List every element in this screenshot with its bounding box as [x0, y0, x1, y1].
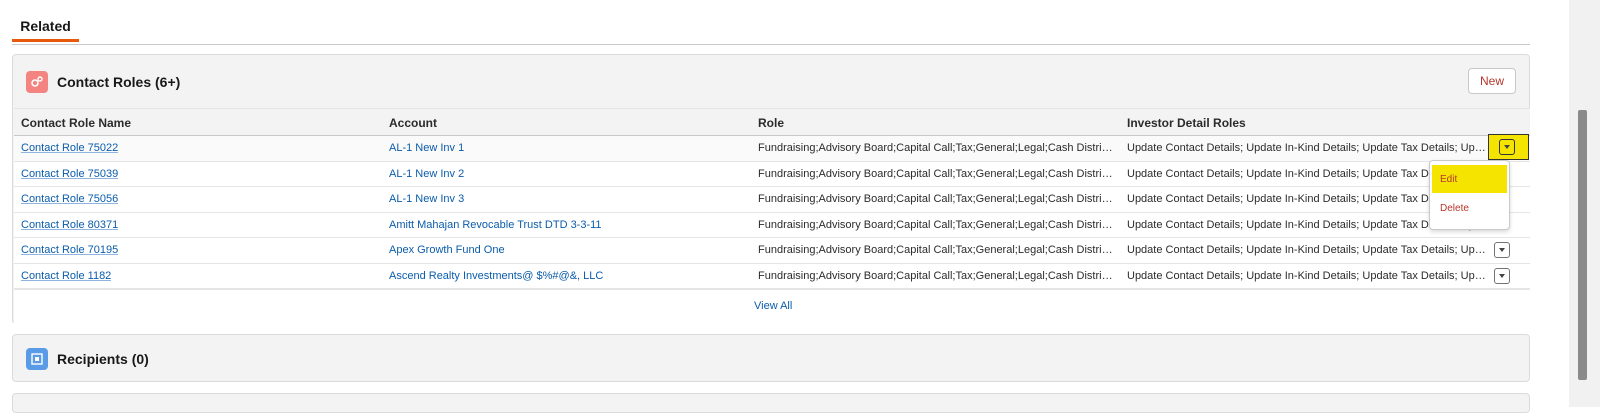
table-row: Contact Role 75039 AL-1 New Inv 2 Fundra… — [14, 161, 1530, 187]
account-link[interactable]: AL-1 New Inv 2 — [389, 168, 464, 180]
menu-item-delete[interactable]: Delete — [1432, 194, 1507, 222]
contact-role-link[interactable]: Contact Role 75056 — [21, 193, 118, 205]
column-header-investor-detail-roles[interactable]: Investor Detail Roles — [1127, 116, 1246, 130]
recipients-icon — [26, 348, 48, 370]
role-cell: Fundraising;Advisory Board;Capital Call;… — [758, 193, 1114, 205]
contact-role-link[interactable]: Contact Role 1182 — [21, 270, 111, 282]
investor-detail-roles-cell: Update Contact Details; Update In-Kind D… — [1127, 244, 1487, 256]
table-row: Contact Role 1182 Ascend Realty Investme… — [14, 263, 1530, 289]
investor-detail-roles-cell: Update Contact Details; Update In-Kind D… — [1127, 142, 1487, 154]
contact-role-link[interactable]: Contact Role 75039 — [21, 168, 118, 180]
contact-role-link[interactable]: Contact Role 80371 — [21, 219, 118, 231]
table-row: Contact Role 70195 Apex Growth Fund One … — [14, 238, 1530, 264]
role-cell: Fundraising;Advisory Board;Capital Call;… — [758, 218, 1114, 231]
card-footer: View All — [14, 289, 1530, 325]
investor-detail-roles-cell: Update Contact Details; Update In-Kind D… — [1127, 269, 1487, 282]
role-cell: Fundraising;Advisory Board;Capital Call;… — [758, 142, 1114, 154]
role-cell: Fundraising;Advisory Board;Capital Call;… — [758, 244, 1114, 256]
role-cell: Fundraising;Advisory Board;Capital Call;… — [758, 269, 1114, 282]
account-link[interactable]: Ascend Realty Investments@ $%#@&, LLC — [389, 270, 603, 282]
menu-item-edit[interactable]: Edit — [1432, 165, 1507, 193]
table-row: Contact Role 80371 Amitt Mahajan Revocab… — [14, 212, 1530, 238]
column-header-role[interactable]: Role — [758, 116, 784, 130]
next-card — [12, 393, 1530, 413]
row-action-button-active[interactable] — [1488, 134, 1529, 160]
column-header-account[interactable]: Account — [389, 116, 437, 130]
contact-role-link[interactable]: Contact Role 75022 — [21, 142, 118, 154]
contact-roles-icon — [26, 71, 48, 93]
page-scrollbar[interactable] — [1569, 0, 1600, 407]
chevron-down-icon — [1499, 248, 1505, 252]
record-page: Related Contact Roles (6+) New Contact R… — [0, 0, 1570, 413]
card-header: Contact Roles (6+) New — [13, 55, 1529, 109]
account-link[interactable]: AL-1 New Inv 3 — [389, 193, 464, 205]
chevron-down-icon — [1499, 273, 1505, 278]
table-header: Contact Role Name Account Role Investor … — [14, 108, 1530, 136]
table-row: Contact Role 75056 AL-1 New Inv 3 Fundra… — [14, 187, 1530, 213]
contact-roles-table: Contact Role Name Account Role Investor … — [14, 108, 1530, 325]
table-row: Contact Role 75022 AL-1 New Inv 1 Fundra… — [14, 136, 1530, 162]
role-cell: Fundraising;Advisory Board;Capital Call;… — [758, 167, 1114, 180]
row-action-menu: Edit Delete — [1429, 160, 1510, 230]
card-title[interactable]: Recipients (0) — [57, 351, 149, 367]
account-link[interactable]: Apex Growth Fund One — [389, 244, 505, 256]
chevron-down-icon — [1504, 145, 1510, 149]
account-link[interactable]: AL-1 New Inv 1 — [389, 142, 464, 154]
account-link[interactable]: Amitt Mahajan Revocable Trust DTD 3-3-11 — [389, 219, 602, 231]
row-action-button[interactable] — [1494, 242, 1510, 258]
row-action-button[interactable] — [1494, 267, 1510, 284]
row-action-frame — [1499, 139, 1515, 155]
recipients-card: Recipients (0) — [12, 334, 1530, 382]
card-title[interactable]: Contact Roles (6+) — [57, 74, 180, 90]
new-button[interactable]: New — [1468, 68, 1516, 94]
column-header-contact-role-name[interactable]: Contact Role Name — [21, 116, 131, 130]
contact-role-link[interactable]: Contact Role 70195 — [21, 244, 118, 256]
tab-bar: Related — [12, 0, 1530, 45]
contact-roles-card: Contact Roles (6+) New Contact Role Name… — [12, 54, 1530, 325]
tab-related[interactable]: Related — [12, 0, 79, 42]
view-all-link[interactable]: View All — [754, 300, 792, 312]
scrollbar-thumb[interactable] — [1578, 110, 1587, 380]
